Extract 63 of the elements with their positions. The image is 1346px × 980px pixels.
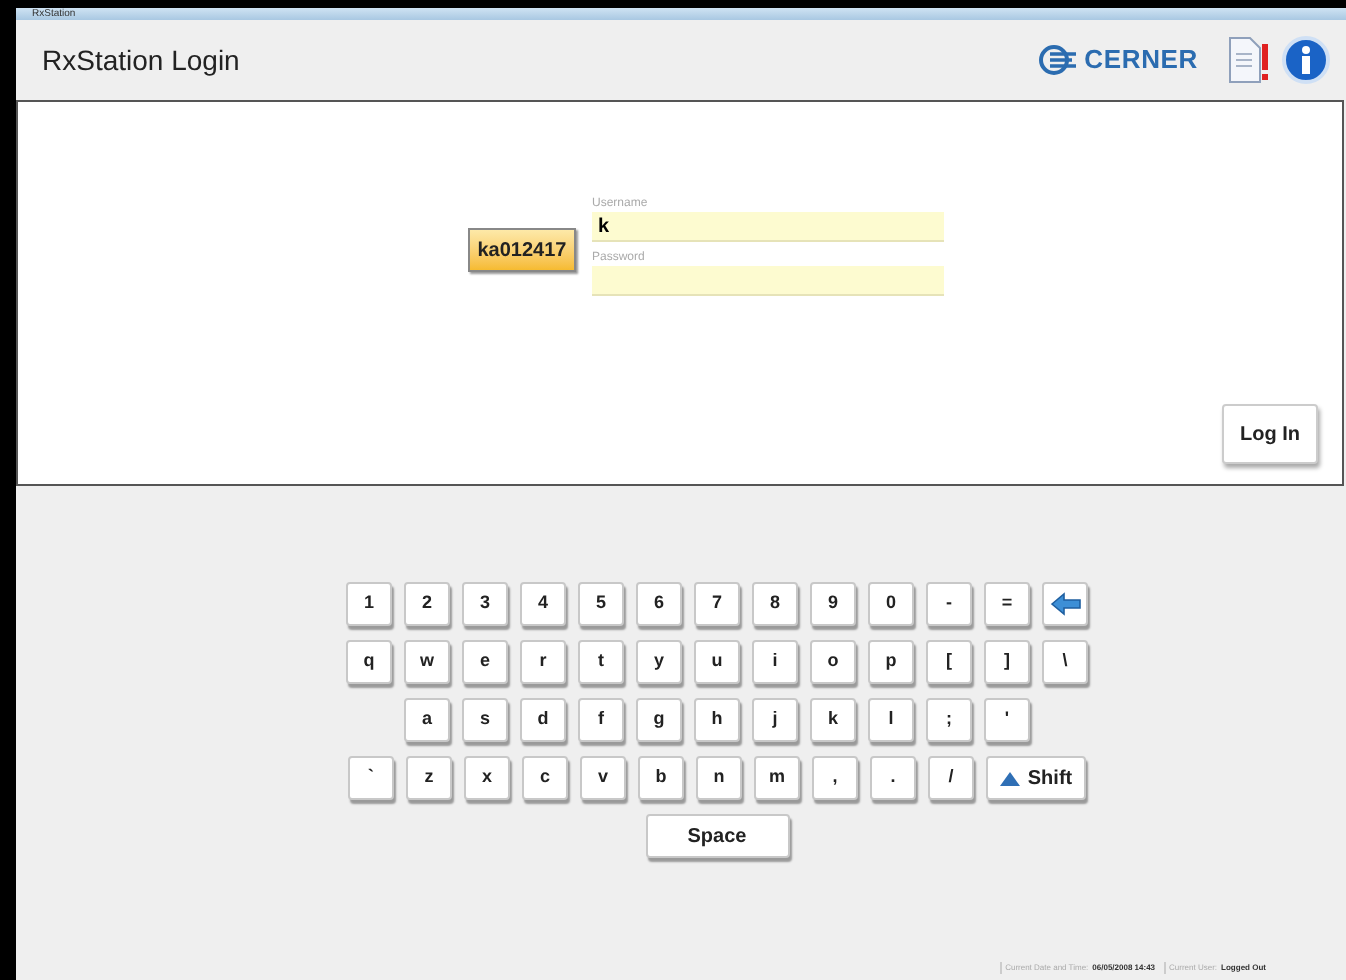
info-icon	[1300, 46, 1312, 74]
user-id-badge: ka012417	[468, 228, 576, 272]
keyboard-key[interactable]: \	[1042, 640, 1088, 684]
log-in-button[interactable]: Log In	[1222, 404, 1318, 464]
logo-text: CERNER	[1084, 42, 1198, 79]
password-field[interactable]	[592, 266, 944, 296]
keyboard-key[interactable]: g	[636, 698, 682, 742]
keyboard-key[interactable]: 3	[462, 582, 508, 626]
keyboard-key[interactable]: r	[520, 640, 566, 684]
keyboard-key[interactable]: o	[810, 640, 856, 684]
keyboard-key[interactable]: y	[636, 640, 682, 684]
keyboard-key[interactable]: p	[868, 640, 914, 684]
info-button[interactable]	[1282, 36, 1330, 84]
keyboard-key[interactable]: k	[810, 698, 856, 742]
keyboard-key[interactable]: x	[464, 756, 510, 800]
space-key[interactable]: Space	[645, 814, 789, 858]
keyboard-key[interactable]: =	[984, 582, 1030, 626]
keyboard-key[interactable]: b	[638, 756, 684, 800]
left-arrow-icon	[1049, 592, 1081, 616]
logo-icon	[1038, 44, 1079, 76]
keyboard-key[interactable]: h	[694, 698, 740, 742]
keyboard-key[interactable]: c	[522, 756, 568, 800]
keyboard-key[interactable]: i	[752, 640, 798, 684]
keyboard-key[interactable]: n	[696, 756, 742, 800]
keyboard-key[interactable]: t	[578, 640, 624, 684]
keyboard-key[interactable]: 8	[752, 582, 798, 626]
keyboard-key[interactable]: .	[870, 756, 916, 800]
keyboard-key[interactable]: v	[580, 756, 626, 800]
keyboard-key[interactable]: m	[754, 756, 800, 800]
keyboard-key[interactable]: z	[406, 756, 452, 800]
keyboard-key[interactable]: 4	[520, 582, 566, 626]
keyboard-key[interactable]: '	[984, 698, 1030, 742]
keyboard-key[interactable]: [	[926, 640, 972, 684]
keyboard-key[interactable]: 6	[636, 582, 682, 626]
keyboard-key[interactable]: w	[404, 640, 450, 684]
keyboard-key[interactable]: 5	[578, 582, 624, 626]
document-alert-icon	[1226, 36, 1270, 84]
document-alert-button[interactable]	[1224, 36, 1272, 84]
keyboard-key[interactable]: 7	[694, 582, 740, 626]
backspace-key[interactable]	[1042, 582, 1088, 626]
page-title: RxStation Login	[42, 41, 240, 80]
keyboard-key[interactable]: l	[868, 698, 914, 742]
keyboard-key[interactable]: e	[462, 640, 508, 684]
shift-key[interactable]: Shift	[986, 756, 1086, 800]
keyboard-key[interactable]: ]	[984, 640, 1030, 684]
keyboard-key[interactable]: 9	[810, 582, 856, 626]
keyboard-key[interactable]: j	[752, 698, 798, 742]
keyboard-key[interactable]: 2	[404, 582, 450, 626]
keyboard-key[interactable]: 1	[346, 582, 392, 626]
keyboard-key[interactable]: s	[462, 698, 508, 742]
keyboard-key[interactable]: ;	[926, 698, 972, 742]
keyboard-key[interactable]: 0	[868, 582, 914, 626]
keyboard-key[interactable]: d	[520, 698, 566, 742]
keyboard-key[interactable]: u	[694, 640, 740, 684]
username-field[interactable]: k	[592, 212, 944, 242]
keyboard-key[interactable]: ,	[812, 756, 858, 800]
up-triangle-icon	[999, 771, 1020, 785]
keyboard-key[interactable]: /	[928, 756, 974, 800]
keyboard-key[interactable]: -	[926, 582, 972, 626]
keyboard-key[interactable]: f	[578, 698, 624, 742]
keyboard-key[interactable]: q	[346, 640, 392, 684]
keyboard-key[interactable]: a	[404, 698, 450, 742]
keyboard-key[interactable]: `	[348, 756, 394, 800]
